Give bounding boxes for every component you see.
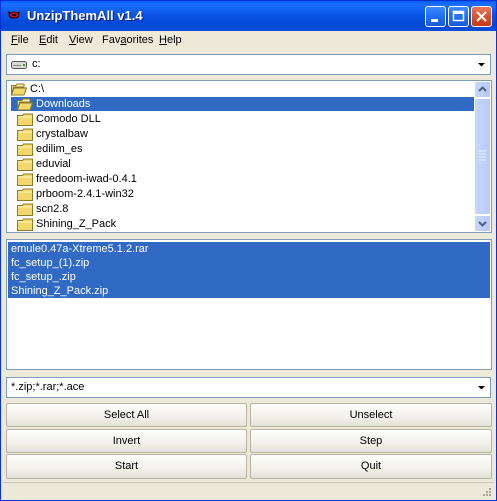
menu-file-label: ile (17, 34, 29, 46)
close-button[interactable] (471, 6, 492, 27)
title-bar[interactable]: UnzipThemAll v1.4 (1, 1, 496, 31)
unselect-button[interactable]: Unselect (250, 403, 492, 427)
drive-icon (11, 61, 27, 69)
quit-label: Quit (360, 460, 382, 472)
folder-icon (17, 128, 33, 141)
minimize-icon (431, 19, 438, 22)
folder-icon (17, 218, 33, 231)
open-folder-icon (17, 98, 33, 111)
app-icon (7, 11, 21, 19)
menu-help-hotkey: H (159, 34, 167, 46)
minimize-button[interactable] (425, 6, 446, 27)
open-folder-icon (11, 83, 27, 96)
dir-item-label: freedoom-iwad-0.4.1 (36, 173, 137, 185)
menu-favorites[interactable]: Favaorites (102, 34, 153, 46)
maximize-button[interactable] (448, 6, 469, 27)
menu-edit-label: dit (46, 34, 58, 46)
dir-item-label: eduvial (36, 158, 71, 170)
dir-item-label: crystalbaw (36, 128, 88, 140)
chevron-down-icon[interactable] (474, 379, 489, 396)
folder-icon (17, 188, 33, 201)
menu-file[interactable]: File (11, 34, 29, 46)
dir-item-label: Downloads (36, 98, 91, 110)
menu-view-label: iew (76, 34, 93, 46)
file-item[interactable]: emule0.47a-Xtreme5.1.2.rar (8, 242, 490, 256)
folder-icon (17, 113, 33, 126)
folder-icon (17, 173, 33, 186)
quit-button[interactable]: Quit (250, 454, 492, 479)
status-bar (3, 482, 494, 499)
folder-icon (17, 203, 33, 216)
filter-value: *.zip;*.rar;*.ace (11, 381, 85, 393)
invert-label: Invert (112, 435, 141, 447)
scroll-down-button[interactable] (474, 215, 491, 232)
menu-favorites-pre: Fav (102, 34, 121, 46)
menu-help-label: elp (166, 34, 182, 46)
invert-button[interactable]: Invert (6, 429, 247, 453)
drive-select[interactable]: c: (6, 54, 491, 75)
menu-help[interactable]: Help (159, 34, 182, 46)
resize-grip-icon[interactable] (480, 485, 492, 497)
file-item[interactable]: fc_setup_(1).zip (8, 256, 490, 270)
menu-file-hotkey: F (11, 34, 18, 46)
maximize-icon (452, 10, 465, 22)
dir-root-label: C:\ (30, 83, 45, 95)
unselect-label: Unselect (349, 409, 393, 421)
step-button[interactable]: Step (250, 429, 492, 453)
start-button[interactable]: Start (6, 454, 247, 479)
app-window: UnzipThemAll v1.4 File Edit View Favaori… (0, 0, 497, 501)
folder-icon (17, 143, 33, 156)
folder-icon (17, 158, 33, 171)
scroll-up-button[interactable] (474, 81, 491, 98)
select-all-button[interactable]: Select All (6, 403, 247, 427)
directory-scrollbar[interactable] (474, 81, 491, 232)
menu-view[interactable]: View (69, 34, 93, 46)
drive-value: c: (32, 58, 41, 70)
filter-select[interactable]: *.zip;*.rar;*.ace (6, 377, 491, 398)
grip-icon (479, 150, 486, 161)
dir-item-label: edilim_es (36, 143, 83, 155)
menu-favorites-label: orites (126, 34, 154, 46)
dir-item-label: scn2.8 (36, 203, 69, 215)
chevron-up-icon (478, 86, 487, 92)
directory-list[interactable]: C:\ Downloads Comodo DLL crystalbaw edil… (6, 80, 492, 233)
scroll-thumb[interactable] (474, 98, 491, 215)
dir-item-label: prboom-2.4.1-win32 (36, 188, 134, 200)
chevron-down-icon[interactable] (474, 56, 489, 73)
step-label: Step (359, 435, 383, 447)
select-all-label: Select All (103, 409, 150, 421)
file-item[interactable]: Shining_Z_Pack.zip (8, 284, 490, 298)
start-label: Start (114, 460, 139, 472)
file-list[interactable]: emule0.47a-Xtreme5.1.2.rar fc_setup_(1).… (6, 239, 492, 370)
dir-item-label: Shining_Z_Pack (36, 218, 117, 230)
window-title: UnzipThemAll v1.4 (27, 8, 143, 23)
chevron-down-icon (478, 221, 487, 227)
menu-edit[interactable]: Edit (39, 34, 58, 46)
menu-bar: File Edit View Favaorites Help (1, 31, 496, 51)
file-item[interactable]: fc_setup_.zip (8, 270, 490, 284)
dir-item-label: Comodo DLL (36, 113, 101, 125)
close-icon (476, 11, 487, 22)
